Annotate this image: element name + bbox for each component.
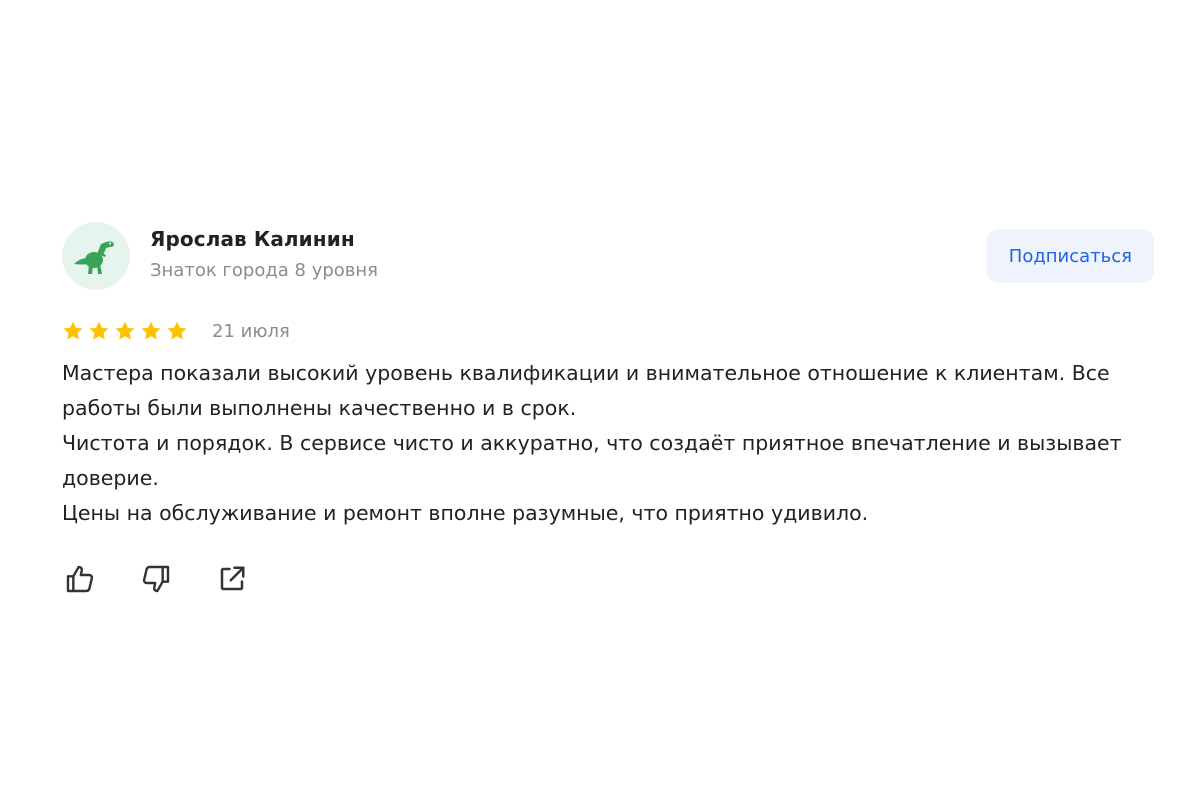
thumbs-down-icon (142, 565, 170, 593)
thumbs-up-icon (66, 565, 94, 593)
review-meta: 21 июля (62, 320, 1154, 342)
review-paragraph: Цены на обслуживание и ремонт вполне раз… (62, 501, 869, 525)
like-button[interactable] (62, 561, 98, 597)
review-text: Мастера показали высокий уровень квалифи… (62, 356, 1154, 531)
subscribe-button[interactable]: Подписаться (986, 229, 1154, 283)
review-date: 21 июля (212, 320, 290, 342)
author-level: Знаток города 8 уровня (150, 260, 379, 281)
author-info: Ярослав Калинин Знаток города 8 уровня (150, 226, 378, 283)
rating-stars (62, 320, 188, 342)
share-icon (220, 566, 245, 591)
review-header: Ярослав Калинин Знаток города 8 уровня П… (62, 222, 1154, 290)
author-name[interactable]: Ярослав Калинин (150, 226, 378, 252)
avatar[interactable] (62, 222, 130, 290)
review-paragraph: Мастера показали высокий уровень квалифи… (62, 361, 1110, 420)
star-icon (115, 321, 135, 340)
star-icon (167, 321, 187, 340)
star-icon (63, 321, 83, 340)
dislike-button[interactable] (138, 561, 174, 597)
review-actions (62, 561, 1154, 597)
review-paragraph: Чистота и порядок. В сервисе чисто и акк… (62, 431, 1122, 490)
dinosaur-icon (74, 241, 114, 274)
star-icon (89, 321, 109, 340)
share-button[interactable] (214, 561, 250, 597)
star-icon (141, 321, 161, 340)
review-card: Ярослав Калинин Знаток города 8 уровня П… (62, 222, 1154, 597)
